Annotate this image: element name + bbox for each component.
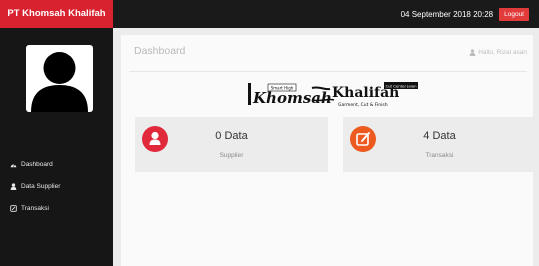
- sidebar: Dashboard Data Supplier Transaksi: [0, 28, 113, 266]
- card-label: Transaksi: [425, 152, 454, 159]
- page-title: Dashboard: [134, 45, 186, 57]
- topbar-right: 04 September 2018 20:28 Logout: [401, 0, 529, 28]
- top-navbar: PT Khomsah Khalifah 04 September 2018 20…: [0, 0, 539, 28]
- card-label: Supplier: [219, 152, 244, 159]
- sidebar-item-label: Data Supplier: [21, 182, 61, 190]
- avatar: [26, 45, 93, 112]
- transaction-icon: [10, 204, 17, 212]
- card-supplier[interactable]: 0 Data Supplier: [135, 117, 328, 172]
- sidebar-nav: Dashboard Data Supplier Transaksi: [0, 153, 113, 219]
- logo-left-text: Khomsah: [252, 89, 332, 107]
- user-icon: [469, 49, 476, 56]
- sidebar-item-label: Dashboard: [21, 160, 53, 168]
- logo-badge-text: Cut Center Jalan: [386, 83, 418, 88]
- logo-sub-text: Garment, Cut & Finish: [338, 102, 388, 108]
- user-silhouette-icon: [31, 52, 88, 112]
- sidebar-item-label: Transaksi: [21, 204, 49, 212]
- company-logo: Khomsah Smart High Khalifah Cut Center J…: [248, 82, 418, 108]
- main-content: Dashboard Hallo, Rizal asan Khomsah Smar…: [113, 28, 539, 266]
- sidebar-item-data-supplier[interactable]: Data Supplier: [0, 175, 113, 197]
- greeting: Hallo, Rizal asan: [469, 49, 527, 56]
- logout-button[interactable]: Logout: [499, 7, 529, 21]
- dashboard-icon: [10, 163, 17, 167]
- sidebar-item-transaksi[interactable]: Transaksi: [0, 197, 113, 219]
- greeting-text: Hallo, Rizal asan: [478, 49, 527, 56]
- user-icon: [10, 182, 17, 190]
- sidebar-item-dashboard[interactable]: Dashboard: [0, 153, 113, 175]
- logo-small-text: Smart High: [271, 86, 294, 91]
- card-transaksi[interactable]: 4 Data Transaksi: [343, 117, 536, 172]
- dashboard-panel: Dashboard Hallo, Rizal asan Khomsah Smar…: [121, 35, 536, 266]
- brand-title[interactable]: PT Khomsah Khalifah: [0, 0, 113, 28]
- card-value: 0 Data: [215, 130, 248, 142]
- card-value: 4 Data: [423, 130, 456, 142]
- datetime-text: 04 September 2018 20:28: [400, 9, 494, 19]
- divider: [129, 71, 527, 72]
